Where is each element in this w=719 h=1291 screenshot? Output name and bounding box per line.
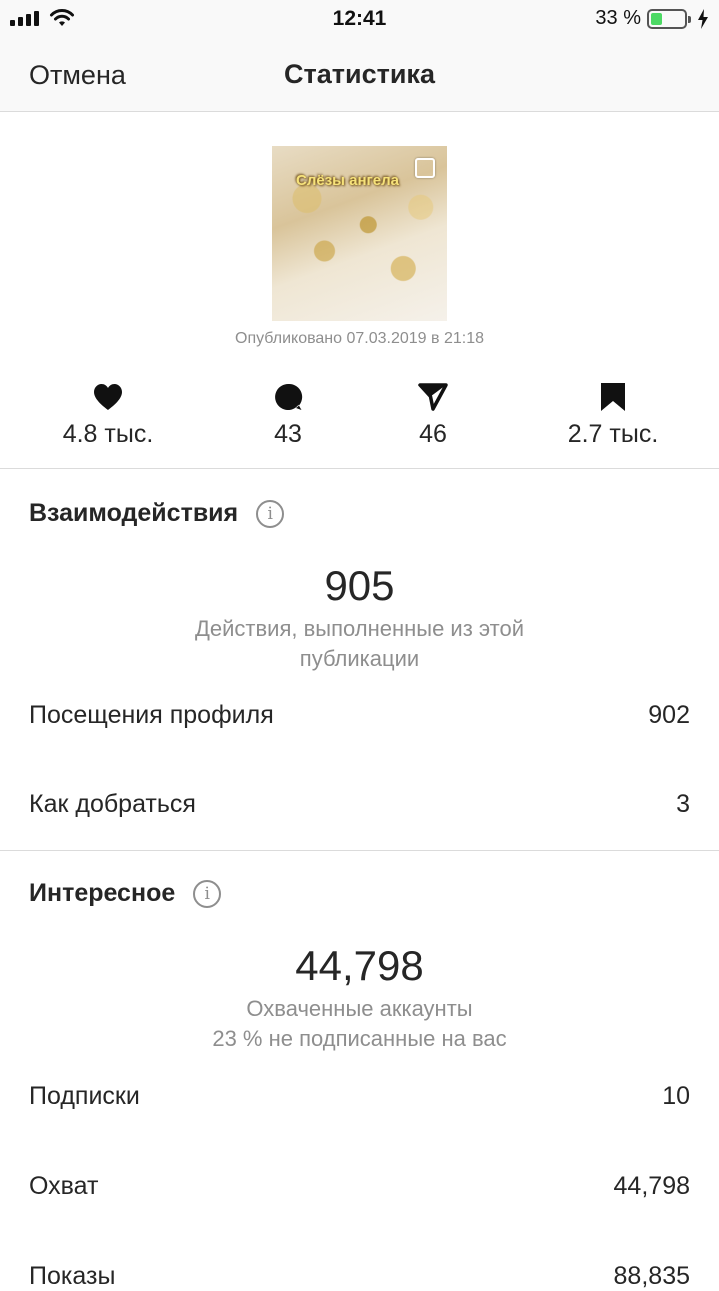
info-icon[interactable]: i: [193, 879, 222, 908]
status-right: 33 %: [595, 7, 709, 30]
row-value-reach: 44,798: [613, 1172, 690, 1200]
info-icon[interactable]: i: [256, 499, 285, 528]
nav-bar: Отмена Статистика: [0, 40, 719, 112]
published-date: Опубликовано 07.03.2019 в 21:18: [235, 330, 484, 347]
send-icon: [418, 383, 448, 411]
stat-saves: 2.7 тыс.: [533, 380, 693, 449]
heart-icon: [94, 384, 122, 410]
row-value-directions: 3: [676, 790, 690, 818]
battery-icon: [647, 8, 691, 29]
stat-comments: 43: [208, 380, 368, 449]
row-value-impressions: 88,835: [613, 1262, 690, 1290]
row-label-impressions: Показы: [29, 1262, 116, 1290]
stats-row: 4.8 тыс. 43 46 2.7 тыс.: [0, 380, 719, 455]
row-value-profile-visits: 902: [648, 701, 690, 729]
battery-fill: [651, 12, 662, 25]
stat-likes-value: 4.8 тыс.: [62, 420, 154, 448]
interactions-title: Взаимодействия i: [29, 499, 285, 528]
discovery-title-text: Интересное: [29, 879, 176, 907]
stat-shares-value: 46: [419, 420, 447, 448]
row-label-directions: Как добраться: [29, 790, 196, 818]
interactions-total: 905: [324, 562, 395, 609]
thumbnail-caption: Слёзы ангела: [296, 172, 400, 189]
discovery-subcaption: 23 % не подписанные на вас: [212, 1026, 507, 1051]
stat-saves-value: 2.7 тыс.: [567, 420, 659, 448]
row-label-profile-visits: Посещения профиля: [29, 701, 274, 729]
battery-percent: 33 %: [595, 7, 641, 29]
interactions-title-text: Взаимодействия: [29, 499, 239, 527]
comment-icon: [275, 383, 303, 410]
page-title: Статистика: [284, 59, 435, 89]
stat-comments-value: 43: [274, 420, 302, 448]
row-label-follows: Подписки: [29, 1082, 140, 1110]
post-thumbnail[interactable]: Слёзы ангела: [272, 146, 447, 321]
divider: [0, 468, 719, 469]
row-label-reach: Охват: [29, 1172, 99, 1200]
discovery-total: 44,798: [295, 942, 424, 989]
discovery-title: Интересное i: [29, 879, 222, 908]
bookmark-icon: [601, 383, 625, 411]
divider: [0, 850, 719, 851]
interactions-caption: Действия, выполненные из этой публикации: [194, 616, 525, 671]
charging-icon: [698, 8, 708, 29]
discovery-caption: Охваченные аккаунты: [246, 996, 473, 1021]
status-bar: 12:41 33 %: [0, 0, 719, 40]
multiple-images-icon: [415, 158, 435, 178]
row-value-follows: 10: [662, 1082, 690, 1110]
stat-shares: 46: [353, 380, 513, 449]
stat-likes: 4.8 тыс.: [28, 380, 188, 449]
